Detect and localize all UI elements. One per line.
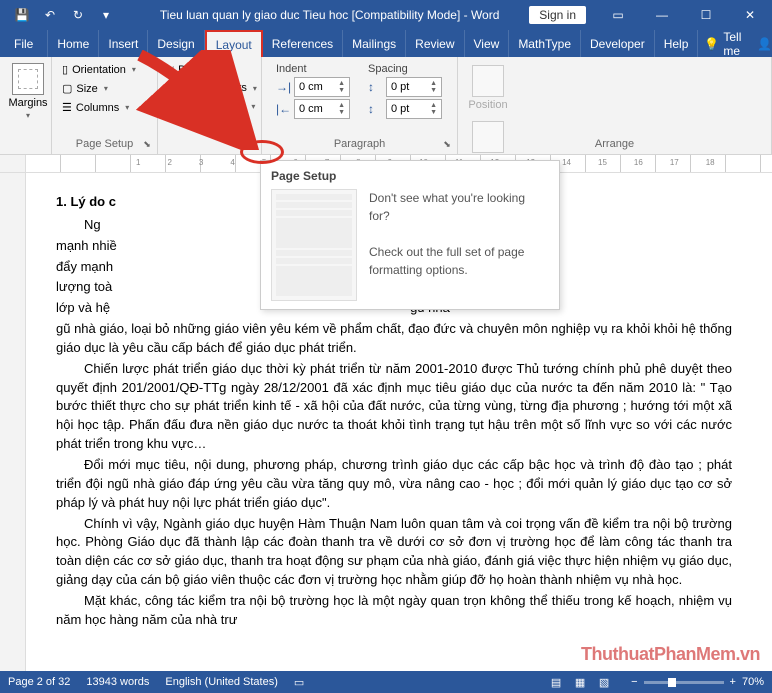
ribbon: Margins ▾ ▯Orientation▾ ▢Size▾ ☰Columns▾… (0, 57, 772, 155)
tooltip-text: Don't see what you're looking for? Check… (369, 189, 549, 301)
indent-left-icon: →| (276, 80, 292, 94)
space-after-input[interactable]: 0 pt▲▼ (386, 99, 442, 119)
lightbulb-icon: 💡 (704, 37, 719, 51)
tab-file[interactable]: File (0, 30, 48, 57)
line-numbers-button[interactable]: ≡Line Numbers▾ (164, 80, 255, 96)
zoom-level[interactable]: 70% (742, 676, 764, 688)
minimize-icon[interactable]: — (640, 0, 684, 30)
tooltip-preview-image (271, 189, 357, 301)
watermark: ThuthuatPhanMem.vn (581, 644, 760, 665)
space-before-icon: ↕ (368, 80, 384, 94)
zoom-in-button[interactable]: + (730, 676, 736, 688)
hyphenation-icon: bc (168, 100, 180, 112)
breaks-icon: ⤶ (168, 63, 174, 76)
page-setup-tooltip: Page Setup Don't see what you're looking… (260, 160, 560, 310)
tab-review[interactable]: Review (406, 30, 464, 57)
tab-insert[interactable]: Insert (99, 30, 148, 57)
space-after-icon: ↕ (368, 102, 384, 116)
hyphenation-button[interactable]: bcHyphenation▾ (164, 98, 255, 114)
orientation-icon: ▯ (62, 63, 68, 76)
paragraph-launcher[interactable]: ⬊ (440, 137, 454, 151)
zoom-out-button[interactable]: − (631, 676, 637, 688)
zoom-slider[interactable] (644, 681, 724, 684)
accessibility-icon[interactable]: ▭ (294, 676, 304, 689)
maximize-icon[interactable]: ☐ (684, 0, 728, 30)
read-mode-icon[interactable]: ▤ (545, 673, 567, 691)
group-page-setup-1: ▯Orientation▾ ▢Size▾ ☰Columns▾ Page Setu… (52, 57, 158, 154)
size-button[interactable]: ▢Size▾ (58, 80, 151, 97)
spacing-label: Spacing (368, 63, 442, 75)
columns-icon: ☰ (62, 101, 72, 114)
zoom-control: − + 70% (631, 676, 764, 688)
indent-right-icon: |← (276, 102, 292, 116)
position-icon (472, 65, 504, 97)
line-numbers-icon: ≡ (168, 82, 174, 94)
word-count[interactable]: 13943 words (86, 676, 149, 688)
tab-layout[interactable]: Layout (205, 30, 263, 57)
group-paragraph: Indent →|0 cm▲▼ |←0 cm▲▼ Spacing ↕0 pt▲▼… (262, 57, 458, 154)
margins-icon (12, 63, 44, 95)
tab-home[interactable]: Home (48, 30, 99, 57)
vertical-ruler[interactable] (0, 173, 26, 673)
language-indicator[interactable]: English (United States) (165, 676, 278, 688)
group-arrange: Position Wrap Text ▣Bring Forward ▢Send … (458, 57, 772, 154)
columns-button[interactable]: ☰Columns▾ (58, 99, 151, 116)
titlebar: 💾 ↶ ↻ ▾ Tieu luan quan ly giao duc Tieu … (0, 0, 772, 30)
save-icon[interactable]: 💾 (8, 0, 36, 30)
tab-mailings[interactable]: Mailings (343, 30, 406, 57)
indent-label: Indent (276, 63, 350, 75)
group-label-paragraph: Paragraph (268, 138, 451, 152)
tab-developer[interactable]: Developer (581, 30, 655, 57)
group-margins: Margins ▾ (0, 57, 52, 154)
margins-button[interactable]: Margins ▾ (6, 61, 50, 122)
redo-icon[interactable]: ↻ (64, 0, 92, 30)
view-buttons: ▤ ▦ ▧ (545, 673, 615, 691)
indent-right-input[interactable]: 0 cm▲▼ (294, 99, 350, 119)
tell-me[interactable]: 💡Tell me (698, 30, 747, 57)
indent-left-input[interactable]: 0 cm▲▼ (294, 77, 350, 97)
sign-in-button[interactable]: Sign in (529, 6, 586, 24)
page-setup-launcher[interactable]: ⬊ (140, 137, 154, 151)
ribbon-tabs: File Home Insert Design Layout Reference… (0, 30, 772, 57)
tab-references[interactable]: References (263, 30, 343, 57)
group-label-page-setup: Page Setup (58, 138, 151, 152)
page-indicator[interactable]: Page 2 of 32 (8, 676, 70, 688)
undo-icon[interactable]: ↶ (36, 0, 64, 30)
tooltip-title: Page Setup (271, 169, 549, 183)
tab-design[interactable]: Design (148, 30, 204, 57)
share-icon: 👤 (757, 37, 772, 51)
share-button[interactable]: 👤Share (751, 30, 772, 57)
close-icon[interactable]: ✕ (728, 0, 772, 30)
tab-mathtype[interactable]: MathType (509, 30, 581, 57)
print-layout-icon[interactable]: ▦ (569, 673, 591, 691)
web-layout-icon[interactable]: ▧ (593, 673, 615, 691)
breaks-button[interactable]: ⤶Breaks▾ (164, 61, 255, 78)
position-button[interactable]: Position (464, 61, 512, 111)
status-bar: Page 2 of 32 13943 words English (United… (0, 671, 772, 693)
space-before-input[interactable]: 0 pt▲▼ (386, 77, 442, 97)
tab-help[interactable]: Help (655, 30, 699, 57)
qat-customize-icon[interactable]: ▾ (92, 0, 120, 30)
group-label-arrange: Arrange (458, 138, 771, 152)
quick-access-toolbar: 💾 ↶ ↻ ▾ (0, 0, 120, 30)
size-icon: ▢ (62, 82, 72, 95)
orientation-button[interactable]: ▯Orientation▾ (58, 61, 151, 78)
tab-view[interactable]: View (465, 30, 510, 57)
window-title: Tieu luan quan ly giao duc Tieu hoc [Com… (120, 8, 529, 22)
group-page-setup-2: ⤶Breaks▾ ≡Line Numbers▾ bcHyphenation▾ (158, 57, 262, 154)
ribbon-display-icon[interactable]: ▭ (596, 0, 640, 30)
